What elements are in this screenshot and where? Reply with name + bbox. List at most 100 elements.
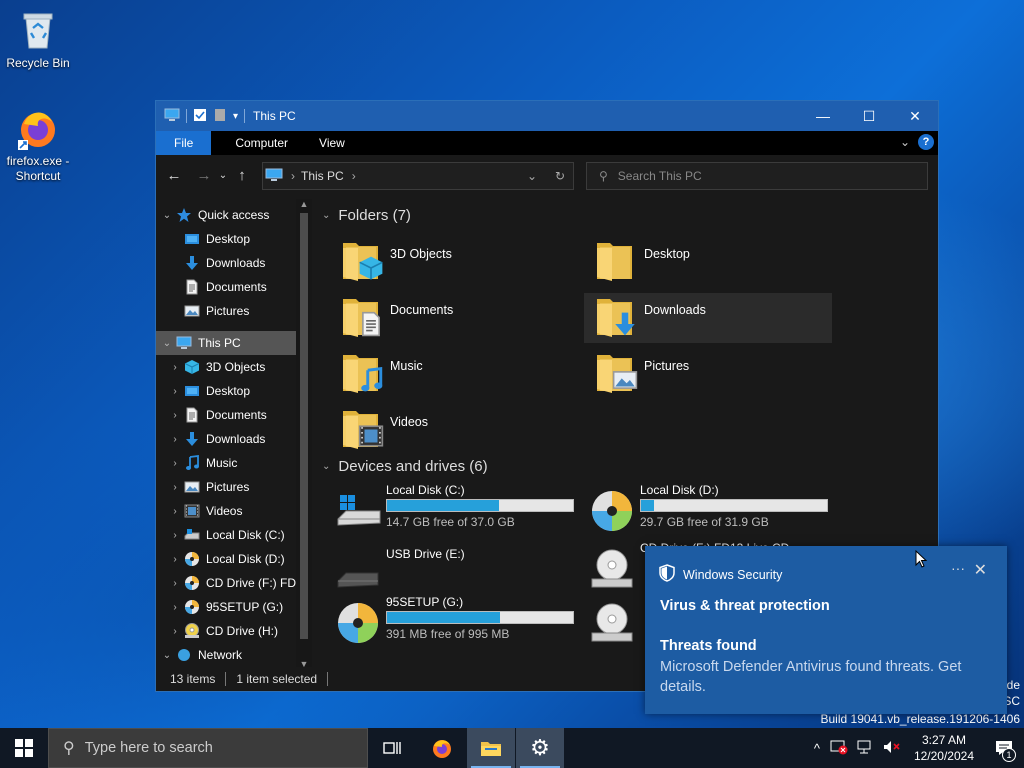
gear-icon: ⚙ (530, 735, 550, 760)
breadcrumb-separator-icon[interactable]: › (352, 169, 356, 183)
help-icon[interactable]: ? (918, 134, 934, 150)
task-view-button[interactable] (368, 728, 416, 768)
collapse-chevron-icon[interactable]: ⌄ (158, 210, 176, 221)
nav-pane-scrollbar[interactable]: ▲ ▼ (296, 199, 312, 669)
folder-tile-downloads[interactable]: Downloads (584, 293, 832, 343)
folder-tile-videos[interactable]: Videos (340, 405, 588, 455)
sidebar-item-downloads[interactable]: › Downloads (156, 427, 312, 451)
sidebar-item-desktop[interactable]: › Desktop (156, 379, 312, 403)
sidebar-item-label: Downloads (206, 432, 266, 446)
expand-chevron-icon[interactable]: › (166, 482, 184, 493)
taskbar-clock[interactable]: 3:27 AM 12/20/2024 (914, 732, 974, 764)
scrollbar-thumb[interactable] (300, 213, 308, 639)
maximize-button[interactable]: ☐ (846, 101, 892, 131)
drive-tile[interactable]: Local Disk (C:) 14.7 GB free of 37.0 GB (336, 483, 586, 539)
drive-usage-bar (640, 499, 828, 512)
drive-label: 95SETUP (G:) (386, 595, 464, 609)
drive-tile[interactable]: 95SETUP (G:) 391 MB free of 995 MB (336, 595, 586, 651)
refresh-icon[interactable]: ↻ (555, 169, 565, 183)
security-warning-icon[interactable] (830, 739, 848, 758)
close-button[interactable]: ✕ (892, 101, 938, 131)
expand-chevron-icon[interactable]: › (166, 362, 184, 373)
pictures-icon (184, 303, 200, 319)
expand-chevron-icon[interactable]: › (166, 410, 184, 421)
video-icon (184, 503, 200, 519)
folders-group-header[interactable]: ⌄ Folders (7) (322, 207, 411, 224)
expand-chevron-icon[interactable]: › (166, 506, 184, 517)
quick-access-toolbar: ▾ (156, 108, 238, 125)
taskbar-search-box[interactable]: ⚲ Type here to search (48, 728, 368, 768)
tab-view[interactable]: View (301, 131, 358, 155)
recent-locations-button[interactable]: ⌄ (216, 170, 230, 181)
expand-chevron-icon[interactable]: › (166, 578, 184, 589)
show-hidden-icons-chevron-icon[interactable]: ^ (814, 741, 820, 756)
sidebar-item-3d-objects[interactable]: › 3D Objects (156, 355, 312, 379)
firefox-shortcut-desktop-icon[interactable]: firefox.exe - Shortcut (0, 106, 76, 184)
expand-chevron-icon[interactable]: › (166, 602, 184, 613)
collapse-chevron-icon[interactable]: ⌄ (158, 338, 176, 349)
sidebar-item-local-disk-d[interactable]: › Local Disk (D:) (156, 547, 312, 571)
forward-button[interactable]: → (192, 167, 216, 184)
sidebar-item-95setup-g[interactable]: › 95SETUP (G:) (156, 595, 312, 619)
sidebar-item-label: Pictures (206, 304, 250, 318)
expand-chevron-icon[interactable]: › (166, 554, 184, 565)
sidebar-item-cd-drive-h[interactable]: › CD Drive (H:) (156, 619, 312, 643)
volume-muted-icon[interactable] (882, 739, 900, 758)
drive-tile[interactable]: Local Disk (D:) 29.7 GB free of 31.9 GB (590, 483, 840, 539)
sidebar-item-this-pc[interactable]: ⌄ This PC (156, 331, 312, 355)
sidebar-item-network[interactable]: ⌄ Network (156, 643, 312, 667)
collapse-chevron-icon[interactable]: ⌄ (158, 650, 176, 661)
sidebar-item-downloads[interactable]: Downloads📌 (156, 251, 312, 275)
expand-chevron-icon[interactable]: › (166, 458, 184, 469)
expand-chevron-icon[interactable]: › (166, 626, 184, 637)
folder-icon (340, 405, 386, 451)
sidebar-item-documents[interactable]: Documents📌 (156, 275, 312, 299)
folder-tile-documents[interactable]: Documents (340, 293, 588, 343)
computer-icon (176, 335, 192, 351)
windows-logo-icon (15, 739, 33, 757)
navigation-bar: ← → ⌄ ↑ › This PC › ⌄ ↻ ⚲ Search This PC (156, 155, 938, 195)
folder-tile-desktop[interactable]: Desktop (594, 237, 842, 287)
search-box[interactable]: ⚲ Search This PC (586, 162, 928, 190)
drives-group-header[interactable]: ⌄ Devices and drives (6) (322, 458, 488, 475)
sidebar-item-pictures[interactable]: › Pictures (156, 475, 312, 499)
folder-tile-music[interactable]: Music (340, 349, 588, 399)
back-button[interactable]: ← (162, 167, 186, 184)
sidebar-item-music[interactable]: › Music (156, 451, 312, 475)
up-button[interactable]: ↑ (230, 167, 254, 184)
customize-toolbar-chevron-icon[interactable]: ▾ (233, 111, 238, 122)
file-explorer-taskbar-button[interactable] (467, 728, 515, 768)
tab-computer[interactable]: Computer (211, 131, 301, 155)
sidebar-item-videos[interactable]: › Videos (156, 499, 312, 523)
tab-file[interactable]: File (156, 131, 212, 155)
new-folder-icon[interactable] (213, 108, 227, 125)
breadcrumb-this-pc[interactable]: This PC (301, 169, 344, 183)
expand-chevron-icon[interactable]: › (166, 434, 184, 445)
folder-tile-3d-objects[interactable]: 3D Objects (340, 237, 588, 287)
settings-taskbar-button[interactable]: ⚙ (516, 728, 564, 768)
more-options-icon[interactable]: ··· (951, 560, 965, 576)
address-dropdown-icon[interactable]: ⌄ (527, 169, 537, 183)
network-icon[interactable] (856, 739, 874, 758)
sidebar-item-desktop[interactable]: Desktop📌 (156, 227, 312, 251)
start-button[interactable] (0, 728, 48, 768)
expand-chevron-icon[interactable]: › (166, 386, 184, 397)
firefox-taskbar-button[interactable] (418, 728, 466, 768)
recycle-bin-icon (16, 8, 60, 52)
properties-icon[interactable] (193, 108, 207, 125)
dismiss-notification-button[interactable]: ✕ (974, 560, 987, 580)
expand-ribbon-chevron-icon[interactable]: ⌄ (900, 135, 910, 149)
sidebar-item-local-disk-c[interactable]: › Local Disk (C:) (156, 523, 312, 547)
expand-chevron-icon[interactable]: › (166, 530, 184, 541)
folder-label: Desktop (644, 247, 690, 261)
address-bar[interactable]: › This PC › ⌄ ↻ (262, 162, 574, 190)
action-center-button[interactable]: 1 (984, 728, 1024, 768)
minimize-button[interactable]: — (800, 101, 846, 131)
sidebar-item-documents[interactable]: › Documents (156, 403, 312, 427)
recycle-bin-desktop-icon[interactable]: Recycle Bin (0, 8, 76, 71)
sidebar-item-pictures[interactable]: Pictures📌 (156, 299, 312, 323)
sidebar-item-quick-access[interactable]: ⌄ Quick access (156, 203, 312, 227)
windows-security-notification[interactable]: Windows Security ··· ✕ Virus & threat pr… (645, 546, 1007, 714)
folder-tile-pictures[interactable]: Pictures (594, 349, 842, 399)
sidebar-item-cd-drive-f-fd1[interactable]: › CD Drive (F:) FD1 (156, 571, 312, 595)
